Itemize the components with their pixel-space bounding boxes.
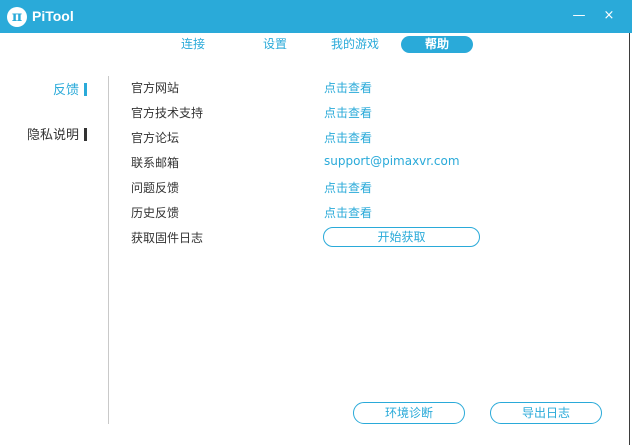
tab-bar: 连接 设置 我的游戏 帮助 xyxy=(0,33,632,55)
issue-feedback-link[interactable]: 点击查看 xyxy=(324,179,372,196)
active-indicator xyxy=(84,83,87,96)
pitool-logo-icon: π xyxy=(7,7,27,27)
title-bar: π PiTool — × xyxy=(0,0,632,33)
sidebar-item-feedback[interactable]: 反馈 xyxy=(53,79,87,98)
export-log-button[interactable]: 导出日志 xyxy=(490,402,602,424)
tab-help[interactable]: 帮助 xyxy=(401,36,473,53)
contact-email-link[interactable]: support@pimaxvr.com xyxy=(324,154,460,168)
sidebar-item-label: 隐私说明 xyxy=(26,128,79,143)
environment-diagnosis-button[interactable]: 环境诊断 xyxy=(353,402,465,424)
official-website-label: 官方网站 xyxy=(131,81,180,95)
sidebar-item-privacy[interactable]: 隐私说明 xyxy=(27,124,87,143)
feedback-history-label: 历史反馈 xyxy=(131,206,180,220)
item-indicator xyxy=(84,128,87,141)
tab-connect[interactable]: 连接 xyxy=(168,36,218,53)
minimize-button[interactable]: — xyxy=(568,6,590,26)
feedback-history-link[interactable]: 点击查看 xyxy=(324,204,372,221)
forum-link[interactable]: 点击查看 xyxy=(324,129,372,146)
firmware-log-label: 获取固件日志 xyxy=(131,231,204,245)
tech-support-label: 官方技术支持 xyxy=(131,106,204,120)
sidebar-item-label: 反馈 xyxy=(52,83,79,98)
window-edge xyxy=(629,33,630,445)
contact-email-label: 联系邮箱 xyxy=(131,156,180,170)
issue-feedback-label: 问题反馈 xyxy=(131,181,180,195)
tab-settings[interactable]: 设置 xyxy=(250,36,300,53)
start-fetch-button[interactable]: 开始获取 xyxy=(323,227,480,247)
forum-label: 官方论坛 xyxy=(131,131,180,145)
tab-my-games[interactable]: 我的游戏 xyxy=(322,36,388,53)
official-website-link[interactable]: 点击查看 xyxy=(324,79,372,96)
tech-support-link[interactable]: 点击查看 xyxy=(324,104,372,121)
app-title: PiTool xyxy=(32,8,74,24)
sidebar-divider xyxy=(108,76,109,424)
close-button[interactable]: × xyxy=(598,6,620,26)
